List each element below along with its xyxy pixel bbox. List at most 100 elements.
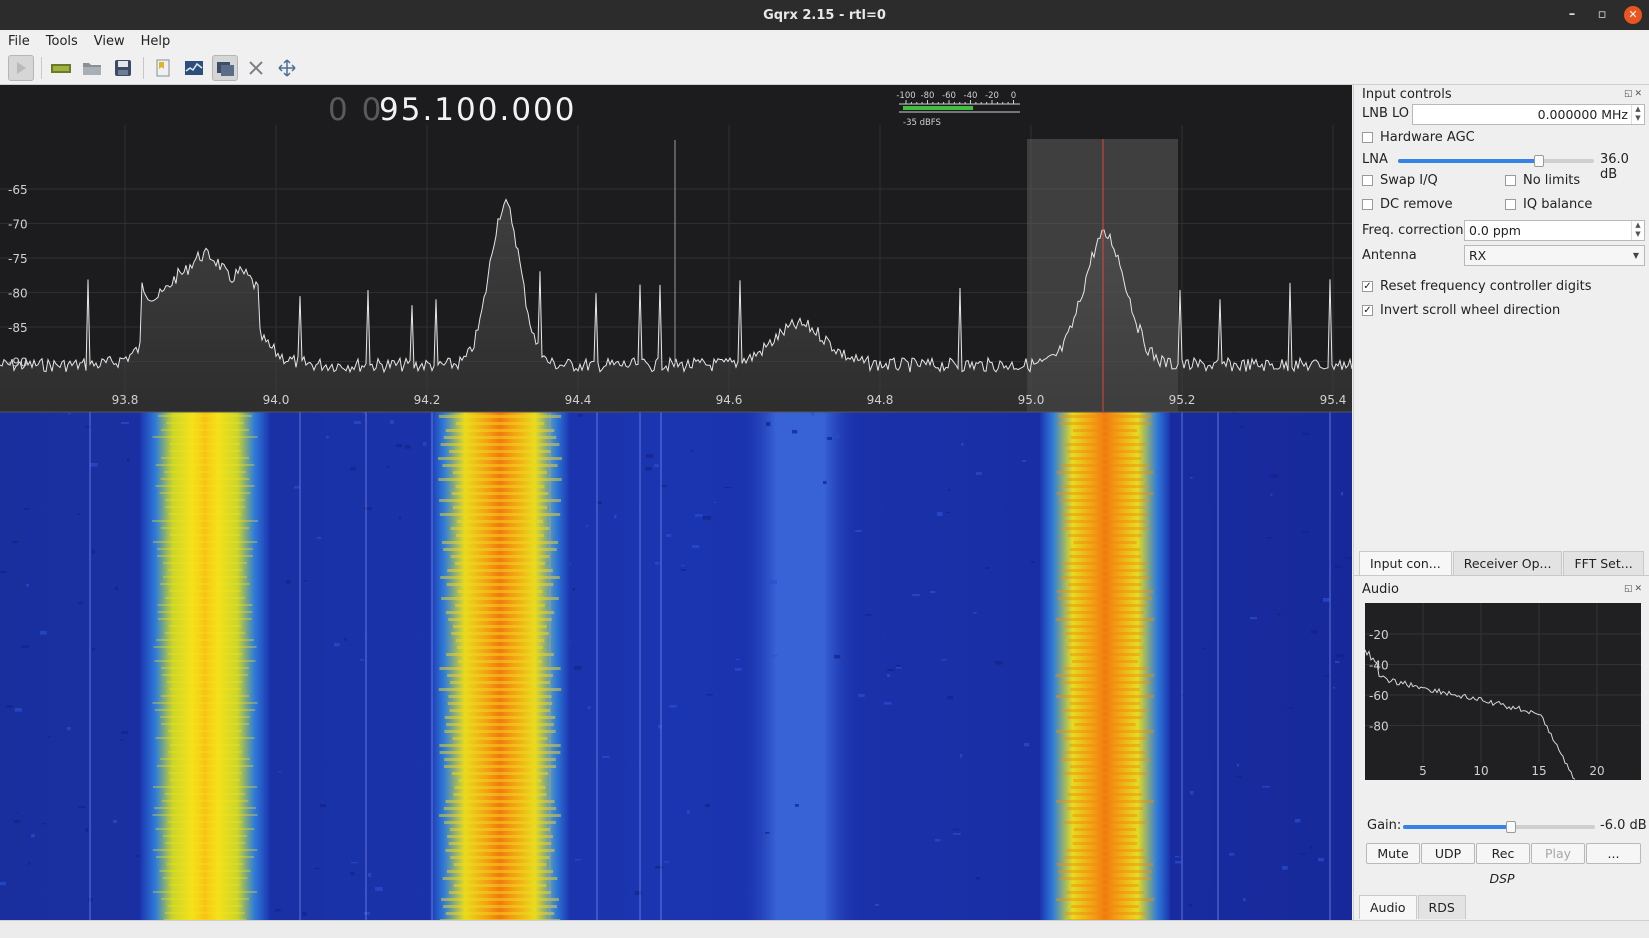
invert-scroll-label: Invert scroll wheel direction [1380,303,1561,318]
audio-y-tick-label: -20 [1369,628,1389,642]
menu-view[interactable]: View [94,34,125,49]
audio-buttons: Mute UDP Rec Play ... [1366,843,1642,864]
audio-y-tick-label: -60 [1369,689,1389,703]
tab-audio[interactable]: Audio [1359,895,1417,919]
tab-input-controls[interactable]: Input con... [1359,551,1452,575]
start-dsp-button[interactable] [8,55,34,81]
reset-digits-row[interactable]: ✓ Reset frequency controller digits [1362,279,1592,294]
bookmark-icon [156,59,170,77]
lnb-lo-value: 0.000000 MHz [1537,107,1628,122]
spectrum-x-tick-label: 93.8 [112,393,139,407]
minimize-icon[interactable]: – [1563,6,1581,24]
no-limits-checkbox[interactable] [1505,175,1516,186]
swap-iq-label: Swap I/Q [1380,173,1438,188]
audio-tabs: Audio RDS [1359,895,1467,919]
antenna-select[interactable]: RX ▼ [1464,245,1645,266]
lnb-lo-input[interactable]: 0.000000 MHz ▲ ▼ [1412,104,1645,125]
audio-x-tick-label: 5 [1419,764,1427,778]
tab-receiver-options[interactable]: Receiver Op... [1452,551,1563,575]
rec-button[interactable]: Rec [1476,843,1530,864]
open-button[interactable] [79,55,105,81]
status-bar [0,920,1649,938]
mute-button[interactable]: Mute [1366,843,1420,864]
tab-rds[interactable]: RDS [1417,895,1466,919]
play-button[interactable]: Play [1531,843,1585,864]
maximize-icon[interactable]: ▫ [1593,6,1611,24]
lna-value: 36.0 dB [1600,152,1629,182]
tools-button[interactable] [243,55,269,81]
meter-scale-label: -40 [964,91,978,101]
frequency-readout[interactable]: 95.100.000 [379,92,577,128]
open-icon [83,63,101,75]
toolbar [0,52,1649,85]
fft-icon [185,61,203,75]
iq-balance-checkbox[interactable] [1505,199,1516,210]
hardware-agc-row[interactable]: Hardware AGC [1362,130,1475,145]
spectrum-y-tick-label: -75 [8,252,28,266]
audio-gain-handle[interactable] [1505,821,1516,833]
lna-slider[interactable] [1398,155,1594,167]
fit-button[interactable] [274,55,300,81]
remote-icon [217,62,234,76]
antenna-row: Antenna [1362,248,1417,263]
save-button[interactable] [110,55,136,81]
input-controls-title: Input controls [1362,87,1452,102]
dc-remove-checkbox[interactable] [1362,199,1373,210]
invert-scroll-checkbox[interactable]: ✓ [1362,305,1373,316]
gain-value-row: -6.0 dB [1600,818,1647,833]
udp-button[interactable]: UDP [1421,843,1475,864]
lna-slider-handle[interactable] [1534,155,1545,167]
hardware-agc-checkbox[interactable] [1362,132,1373,143]
swap-iq-row[interactable]: Swap I/Q [1362,173,1438,188]
bookmarks-button[interactable] [150,55,176,81]
freq-correction-label: Freq. correction [1362,223,1464,238]
audio-gain-slider[interactable] [1403,821,1595,833]
antenna-label: Antenna [1362,248,1417,263]
toolbar-separator [41,57,42,79]
no-limits-label: No limits [1523,173,1581,188]
device-icon [51,64,71,73]
reset-digits-checkbox[interactable]: ✓ [1362,281,1373,292]
frequency-leading-digits[interactable]: 0 0 [328,92,383,128]
audio-x-tick-label: 10 [1473,764,1488,778]
audio-options-button[interactable]: ... [1586,843,1641,864]
waterfall [0,412,1352,920]
hardware-agc-label: Hardware AGC [1380,130,1475,145]
menu-tools[interactable]: Tools [46,34,78,49]
tab-fft-settings[interactable]: FFT Set... [1563,551,1644,575]
audio-gain-fill [1403,825,1511,829]
lnb-lo-spinner-icon[interactable]: ▲ ▼ [1631,105,1644,124]
dsp-label: DSP [1489,871,1515,886]
freq-correction-input[interactable]: 0.0 ppm ▲ ▼ [1464,220,1645,241]
audio-dock-float-close-icons[interactable]: ◱✕ [1624,584,1644,594]
spectrum-x-tick-label: 94.2 [414,393,441,407]
dc-remove-row[interactable]: DC remove [1362,197,1453,212]
swap-iq-checkbox[interactable] [1362,175,1373,186]
io-devices-button[interactable] [48,55,74,81]
no-limits-row[interactable]: No limits [1505,173,1580,188]
menu-help[interactable]: Help [141,34,171,49]
spectrum-y-tick-label: -85 [8,321,28,335]
menu-file[interactable]: File [8,34,30,49]
invert-scroll-row[interactable]: ✓ Invert scroll wheel direction [1362,303,1560,318]
fft-settings-button[interactable] [181,55,207,81]
remote-control-button[interactable] [212,55,238,81]
iq-balance-row[interactable]: IQ balance [1505,197,1592,212]
audio-fft-plot[interactable]: -20 -40 -60 -80 5 10 15 20 [1365,603,1641,780]
spectrum-x-tick-label: 95.4 [1320,393,1347,407]
spectrum-x-tick-label: 94.4 [565,393,592,407]
close-icon[interactable]: ✕ [1624,6,1642,24]
audio-title: Audio [1362,582,1399,597]
spectrum-y-tick-label: -90 [8,356,28,370]
lnb-lo-row: LNB LO [1362,106,1409,121]
lna-slider-fill [1398,159,1540,163]
lna-value-row: 36.0 dB [1600,152,1649,182]
meter-scale-label: -100 [896,91,915,101]
freq-correction-spinner-icon[interactable]: ▲ ▼ [1631,221,1644,240]
dock-float-close-icons[interactable]: ◱✕ [1624,89,1644,99]
fit-icon [278,59,296,77]
iq-balance-label: IQ balance [1523,197,1593,212]
dock-tabs: Input con... Receiver Op... FFT Set... [1359,551,1645,575]
lna-row: LNA [1362,152,1388,167]
spectrum-waterfall-plot[interactable]: -65 -70 -75 -80 -85 -90 93.8 94.0 94.2 94.4 94.6 9… [0,85,1352,920]
